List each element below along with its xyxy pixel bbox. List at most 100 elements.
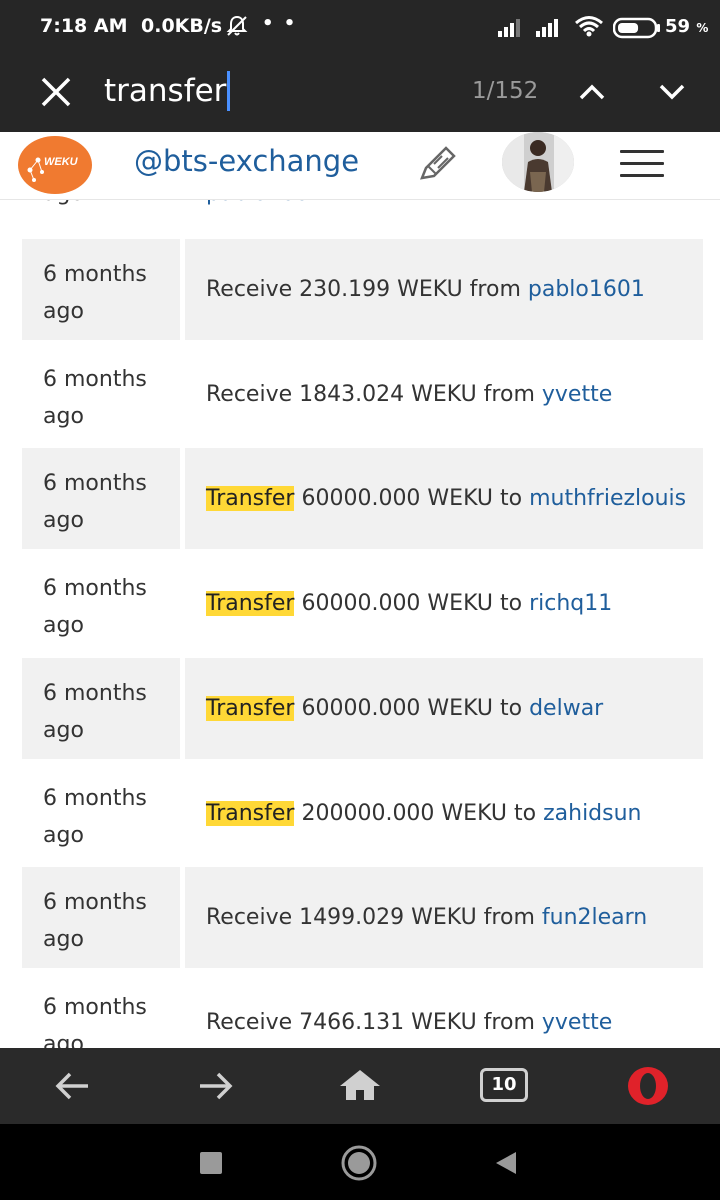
description-cell: Transfer 60000.000 WEKU to delwar [185, 657, 703, 759]
battery-percent: 59 % [665, 16, 709, 37]
description-cell: Receive 1843.024 WEKU from yvette [185, 344, 703, 445]
transaction-date: 6 months ago [43, 366, 147, 429]
avatar[interactable] [502, 132, 574, 192]
status-network-speed: 0.0KB/s [141, 15, 223, 37]
table-row: 6 months ago Transfer 60000.000 WEKU to d… [22, 657, 703, 759]
transaction-date: 6 months ago [43, 576, 147, 639]
transaction-description: Receive 7466.131 WEKU from yvette [206, 972, 696, 1048]
find-query-text: transfer [104, 73, 227, 109]
weku-logo[interactable]: WEKU [18, 136, 92, 194]
table-row-partial: ago pablo1601 [0, 200, 720, 221]
date-cell: 6 months ago [22, 239, 180, 340]
match-counter: 1/152 [472, 78, 539, 104]
forward-arrow-icon[interactable] [192, 1062, 240, 1110]
description-cell: Transfer 200000.000 WEKU to zahidsun [185, 763, 703, 864]
date-cell: 6 months ago [22, 448, 180, 550]
transaction-text: Receive 1843.024 WEKU from [206, 381, 542, 407]
find-input[interactable]: transfer [104, 68, 231, 114]
transaction-date: ago [43, 200, 84, 206]
date-cell: 6 months ago [22, 867, 180, 969]
back-arrow-icon[interactable] [48, 1062, 96, 1110]
account-link[interactable]: muthfriezlouis [529, 486, 686, 511]
status-dots: • • [262, 13, 298, 34]
account-link[interactable]: yvette [542, 382, 612, 407]
date-cell: 6 months ago [22, 553, 180, 654]
wifi-icon [575, 16, 603, 37]
description-cell: Receive 230.199 WEKU from pablo1601 [185, 239, 703, 340]
transaction-description: Transfer 60000.000 WEKU to muthfriezloui… [206, 448, 696, 549]
transaction-description: Receive 1843.024 WEKU from yvette [206, 344, 696, 445]
description-cell: Transfer 60000.000 WEKU to muthfriezloui… [185, 448, 703, 550]
table-row: 6 months ago Receive 230.199 WEKU from pa… [22, 239, 703, 340]
text-caret [227, 71, 231, 111]
pen-icon[interactable] [416, 144, 458, 184]
transaction-description: Transfer 200000.000 WEKU to zahidsun [206, 763, 696, 864]
account-link[interactable]: delwar [529, 696, 603, 721]
transaction-date: 6 months ago [43, 994, 147, 1048]
transaction-text: Receive 230.199 WEKU from [206, 277, 528, 302]
search-highlight: Transfer [206, 800, 295, 826]
transaction-date: 6 months ago [43, 471, 147, 534]
table-row: 6 months ago Receive 7466.131 WEKU from y… [22, 972, 703, 1048]
description-cell: Receive 7466.131 WEKU from yvette [185, 972, 703, 1048]
date-cell: 6 months ago [22, 657, 180, 759]
account-link[interactable]: fun2learn [542, 905, 647, 930]
account-link[interactable]: yvette [542, 1010, 612, 1035]
transaction-text: 60000.000 WEKU to [294, 591, 530, 617]
avatar-photo [502, 132, 574, 192]
transaction-date: 6 months ago [43, 680, 147, 743]
table-row: 6 months ago Transfer 200000.000 WEKU to … [22, 763, 703, 864]
home-circle-icon[interactable] [340, 1144, 378, 1182]
date-cell: 6 months ago [22, 344, 180, 445]
date-cell: 6 months ago [22, 972, 180, 1048]
system-navigation-bar [0, 1124, 720, 1200]
description-cell: Receive 1499.029 WEKU from fun2learn [185, 867, 703, 969]
account-link[interactable]: pablo1601 [206, 200, 323, 206]
account-link[interactable]: pablo1601 [528, 277, 645, 302]
transaction-text: 60000.000 WEKU to [294, 695, 530, 721]
logo-text: WEKU [44, 156, 78, 168]
transaction-description: Transfer 60000.000 WEKU to richq11 [206, 553, 696, 654]
transaction-description: Receive 230.199 WEKU from pablo1601 [206, 239, 696, 340]
transaction-text: Receive 7466.131 WEKU from [206, 1009, 542, 1035]
account-username-link[interactable]: @bts-exchange [134, 144, 359, 178]
transaction-text: Receive 1499.029 WEKU from [206, 905, 542, 931]
site-header: WEKU @bts-exchange [0, 132, 720, 200]
transaction-date: 6 months ago [43, 890, 147, 953]
signal-icon [498, 19, 520, 37]
signal-icon [536, 19, 558, 37]
transaction-date: 6 months ago [43, 785, 147, 848]
close-icon[interactable] [38, 74, 74, 110]
home-icon[interactable] [336, 1062, 384, 1110]
transaction-description: Receive 1499.029 WEKU from fun2learn [206, 867, 696, 968]
status-time: 7:18 AM [40, 15, 128, 37]
table-row: 6 months ago Transfer 60000.000 WEKU to m… [22, 448, 703, 550]
table-row: 6 months ago Receive 1499.029 WEKU from f… [22, 867, 703, 969]
recents-square-icon[interactable] [196, 1148, 226, 1178]
find-in-page-bar: transfer 1/152 [0, 54, 720, 132]
transaction-date: 6 months ago [43, 262, 147, 324]
account-link[interactable]: richq11 [529, 591, 612, 616]
back-triangle-icon[interactable] [492, 1148, 522, 1178]
search-highlight: Transfer [206, 591, 295, 617]
browser-toolbar: 10 [0, 1048, 720, 1124]
battery-icon [613, 17, 660, 39]
transaction-text: 200000.000 WEKU to [294, 800, 544, 826]
account-link[interactable]: zahidsun [543, 801, 641, 826]
search-highlight: Transfer [206, 695, 295, 721]
date-cell: 6 months ago [22, 763, 180, 864]
status-bar: 7:18 AM 0.0KB/s • • 59 % [0, 0, 720, 54]
transaction-text: 60000.000 WEKU to [294, 486, 530, 512]
table-row: 6 months ago Receive 1843.024 WEKU from y… [22, 344, 703, 445]
search-highlight: Transfer [206, 486, 295, 512]
opera-icon[interactable] [624, 1062, 672, 1110]
description-cell: Transfer 60000.000 WEKU to richq11 [185, 553, 703, 654]
chevron-up-icon[interactable] [576, 76, 608, 108]
tabs-icon[interactable]: 10 [480, 1068, 528, 1102]
transaction-history: ago pablo1601 6 months ago Receive 230.19… [0, 200, 720, 1048]
hamburger-menu-icon[interactable] [620, 150, 664, 180]
chevron-down-icon[interactable] [656, 76, 688, 108]
transaction-description: Transfer 60000.000 WEKU to delwar [206, 658, 696, 759]
table-row: 6 months ago Transfer 60000.000 WEKU to r… [22, 553, 703, 654]
mute-icon [226, 15, 248, 36]
